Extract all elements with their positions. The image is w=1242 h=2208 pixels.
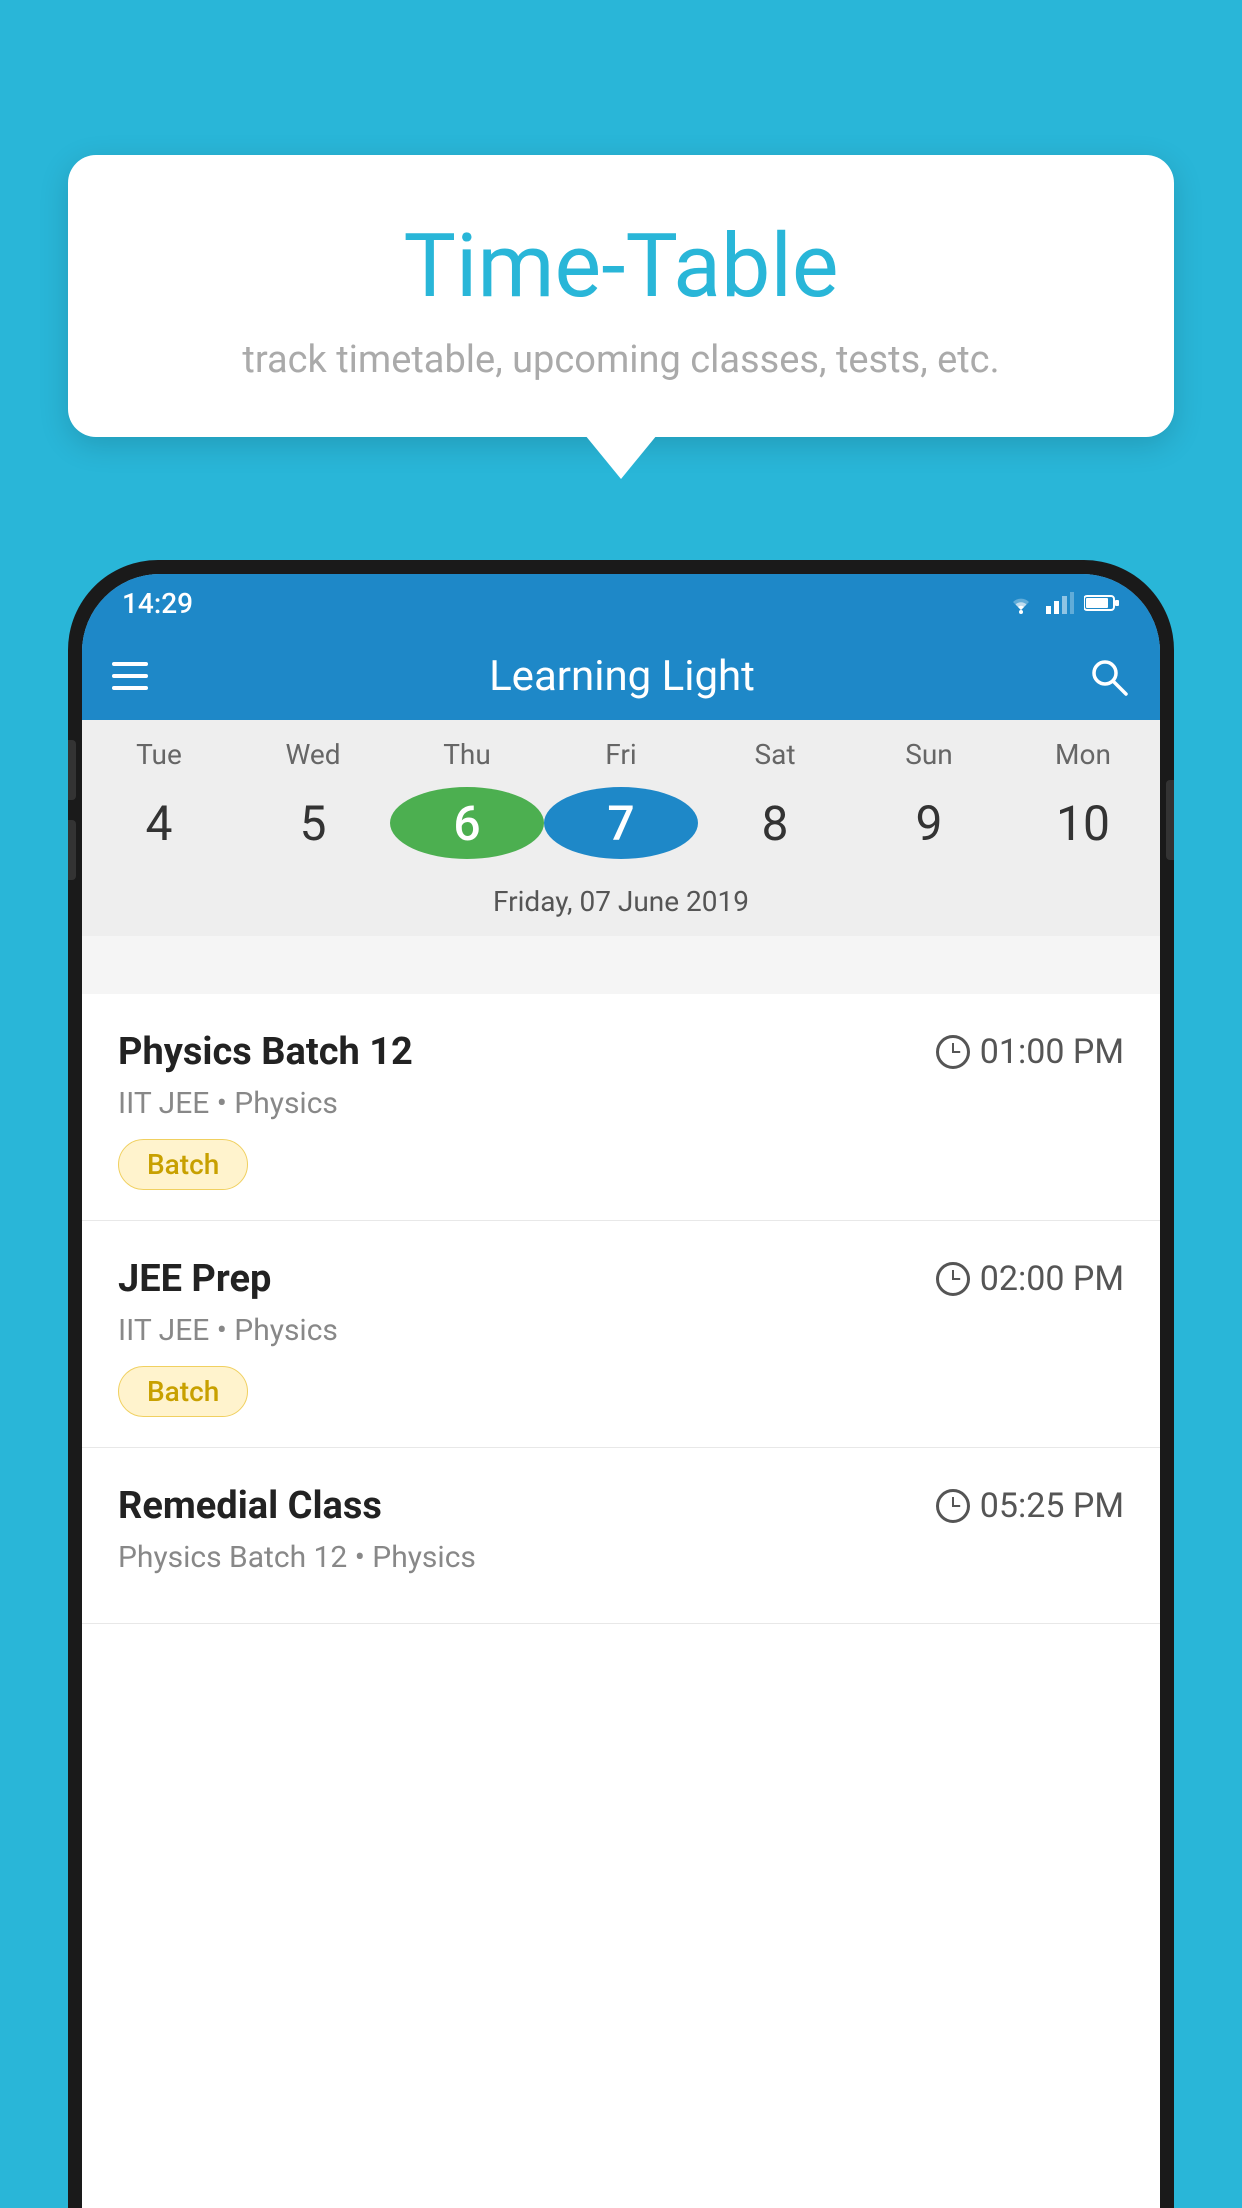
power-button: [1166, 780, 1174, 860]
schedule-item-3-time: 05:25 PM: [936, 1486, 1124, 1526]
schedule-item-1-subtitle: IIT JEE • Physics: [118, 1086, 1124, 1121]
schedule-item-3[interactable]: Remedial Class 05:25 PM Physics Batch 12…: [82, 1448, 1160, 1624]
bubble-subtitle: track timetable, upcoming classes, tests…: [118, 338, 1124, 382]
clock-icon-3: [936, 1489, 970, 1523]
schedule-item-1-title: Physics Batch 12: [118, 1030, 413, 1074]
schedule-item-2[interactable]: JEE Prep 02:00 PM IIT JEE • Physics Batc…: [82, 1221, 1160, 1448]
schedule-list: Physics Batch 12 01:00 PM IIT JEE • Phys…: [82, 994, 1160, 2208]
speech-bubble-card: Time-Table track timetable, upcoming cla…: [68, 155, 1174, 437]
phone-screen: 14:29: [82, 574, 1160, 2208]
schedule-item-2-header: JEE Prep 02:00 PM: [118, 1257, 1124, 1301]
phone-frame: 14:29: [68, 560, 1174, 2208]
day-header-sat: Sat: [698, 738, 852, 771]
battery-icon: [1084, 594, 1120, 612]
calendar-strip[interactable]: Tue Wed Thu Fri Sat Sun Mon 4 5 6 7 8 9 …: [82, 720, 1160, 936]
day-headers: Tue Wed Thu Fri Sat Sun Mon: [82, 720, 1160, 779]
selected-date-label: Friday, 07 June 2019: [82, 877, 1160, 936]
calendar-day-selected[interactable]: 7: [544, 787, 698, 859]
wifi-icon: [1006, 592, 1036, 614]
schedule-item-3-title: Remedial Class: [118, 1484, 382, 1528]
schedule-item-2-subtitle: IIT JEE • Physics: [118, 1313, 1124, 1348]
calendar-day-10[interactable]: 10: [1006, 787, 1160, 859]
calendar-day-today[interactable]: 6: [390, 787, 544, 859]
bubble-title: Time-Table: [118, 215, 1124, 318]
clock-icon-1: [936, 1035, 970, 1069]
day-header-mon: Mon: [1006, 738, 1160, 771]
schedule-item-1-header: Physics Batch 12 01:00 PM: [118, 1030, 1124, 1074]
calendar-day-7[interactable]: 7: [544, 787, 698, 859]
schedule-item-2-badge: Batch: [118, 1366, 248, 1417]
calendar-day-5[interactable]: 5: [236, 787, 390, 859]
schedule-item-2-time: 02:00 PM: [936, 1259, 1124, 1299]
day-header-tue: Tue: [82, 738, 236, 771]
day-header-sun: Sun: [852, 738, 1006, 771]
schedule-item-2-time-text: 02:00 PM: [980, 1259, 1124, 1299]
schedule-item-3-header: Remedial Class 05:25 PM: [118, 1484, 1124, 1528]
status-bar: 14:29: [82, 574, 1160, 632]
volume-up-button: [68, 740, 76, 800]
status-icons: [1006, 592, 1120, 614]
schedule-item-1-badge: Batch: [118, 1139, 248, 1190]
schedule-item-1-time: 01:00 PM: [936, 1032, 1124, 1072]
hamburger-menu-button[interactable]: [112, 662, 148, 690]
calendar-day-8[interactable]: 8: [698, 787, 852, 859]
signal-icon: [1046, 592, 1074, 614]
search-button[interactable]: [1086, 654, 1130, 698]
day-numbers[interactable]: 4 5 6 7 8 9 10: [82, 779, 1160, 877]
clock-icon-2: [936, 1262, 970, 1296]
day-header-fri: Fri: [544, 738, 698, 771]
schedule-item-1-time-text: 01:00 PM: [980, 1032, 1124, 1072]
schedule-item-3-time-text: 05:25 PM: [980, 1486, 1124, 1526]
status-time: 14:29: [122, 587, 193, 620]
schedule-item-3-subtitle: Physics Batch 12 • Physics: [118, 1540, 1124, 1575]
schedule-item-1[interactable]: Physics Batch 12 01:00 PM IIT JEE • Phys…: [82, 994, 1160, 1221]
schedule-item-2-title: JEE Prep: [118, 1257, 271, 1301]
day-header-wed: Wed: [236, 738, 390, 771]
volume-down-button: [68, 820, 76, 880]
calendar-day-9[interactable]: 9: [852, 787, 1006, 859]
app-title: Learning Light: [148, 652, 1086, 701]
calendar-day-6[interactable]: 6: [390, 787, 544, 859]
calendar-day-4[interactable]: 4: [82, 787, 236, 859]
day-header-thu: Thu: [390, 738, 544, 771]
